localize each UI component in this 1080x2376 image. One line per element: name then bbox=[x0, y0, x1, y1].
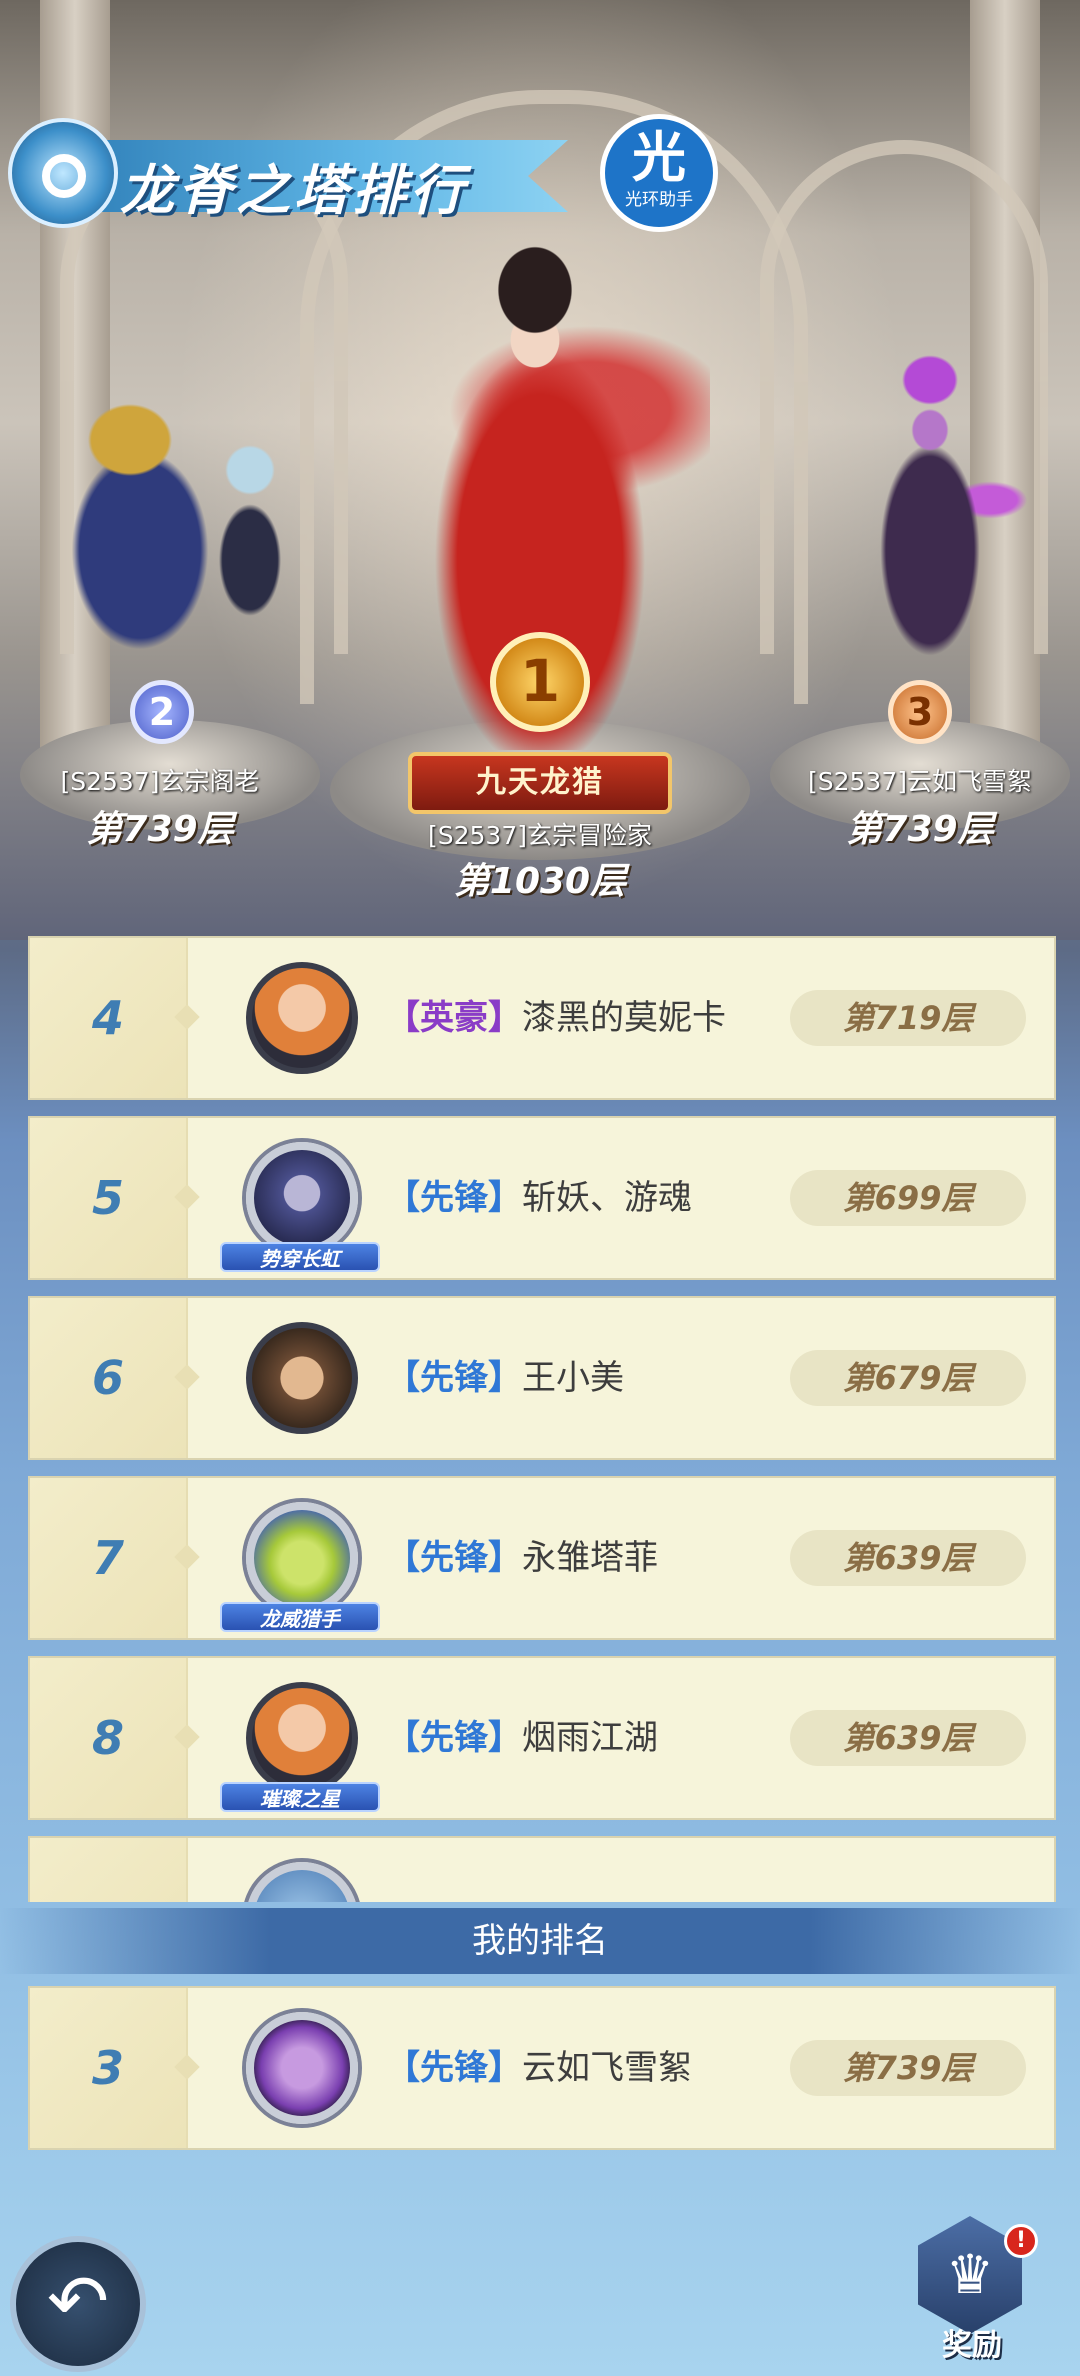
player-avatar[interactable] bbox=[246, 1862, 358, 1902]
page-title: 龙脊之塔排行 bbox=[120, 159, 468, 222]
guild-tag: 【先锋】 bbox=[386, 1178, 522, 1218]
avatar-frame-badge: 璀璨之星 bbox=[220, 1782, 380, 1812]
third-player-floor: 第739层 bbox=[846, 809, 994, 850]
rank-number: 6 bbox=[91, 1351, 124, 1405]
player-name-text: 斩妖、游魂 bbox=[522, 1178, 692, 1218]
rank-number: 3 bbox=[91, 2041, 124, 2095]
guild-tag: 【先锋】 bbox=[386, 1538, 522, 1578]
floor-count: 第739层 bbox=[790, 2040, 1026, 2096]
helper-label: 光环助手 bbox=[625, 190, 693, 210]
player-avatar[interactable] bbox=[246, 1322, 358, 1434]
character-third[interactable] bbox=[800, 340, 1060, 700]
player-avatar[interactable] bbox=[246, 1682, 358, 1794]
player-name-text: 云如飞雪絮 bbox=[522, 2048, 692, 2088]
player-avatar[interactable] bbox=[246, 1142, 358, 1254]
player-name-text: 漆黑的莫妮卡 bbox=[522, 998, 726, 1038]
second-player-name: [S2537]玄宗阁老 bbox=[60, 767, 260, 796]
ranking-row[interactable]: 6 【先锋】王小美 第679层 bbox=[28, 1296, 1056, 1460]
ranking-list[interactable]: 4 【英豪】漆黑的莫妮卡 第719层 5 势穿长虹 【先锋】斩妖、游魂 第699… bbox=[28, 936, 1056, 1902]
guild-tag: 【先锋】 bbox=[386, 2048, 522, 2088]
alert-badge-icon: ! bbox=[1004, 2224, 1038, 2258]
rank-cell bbox=[30, 1838, 188, 1902]
avatar-frame-badge: 势穿长虹 bbox=[220, 1242, 380, 1272]
player-name: 【先锋】云如飞雪絮 bbox=[386, 1988, 692, 2148]
back-button[interactable]: ↶ bbox=[10, 2236, 146, 2372]
rank-number: 8 bbox=[91, 1711, 124, 1765]
rank-3-medal-icon: 3 bbox=[888, 680, 952, 744]
floor-count: 第719层 bbox=[790, 990, 1026, 1046]
player-name: 【先锋】斩妖、游魂 bbox=[386, 1118, 692, 1278]
helper-badge[interactable]: 光 光环助手 bbox=[600, 114, 718, 232]
my-rank-header: 我的排名 bbox=[0, 1908, 1080, 1974]
player-name-text: 永雏塔菲 bbox=[522, 1538, 658, 1578]
helper-logo-icon: 光 bbox=[632, 126, 686, 189]
player-avatar[interactable] bbox=[246, 2012, 358, 2124]
rank-number: 7 bbox=[91, 1531, 124, 1585]
tower-emblem-icon bbox=[8, 118, 118, 228]
rank-number: 4 bbox=[91, 991, 124, 1045]
first-player-floor: 第1030层 bbox=[453, 861, 627, 902]
my-rank-row[interactable]: 3 【先锋】云如飞雪絮 第739层 bbox=[28, 1986, 1056, 2150]
second-player-floor: 第739层 bbox=[86, 809, 234, 850]
guild-tag: 【先锋】 bbox=[386, 1358, 522, 1398]
ranking-row[interactable]: 7 龙威猎手 【先锋】永雏塔菲 第639层 bbox=[28, 1476, 1056, 1640]
honor-title-plate: 九天龙猎 bbox=[408, 752, 672, 814]
player-avatar[interactable] bbox=[246, 962, 358, 1074]
player-name-text: 王小美 bbox=[522, 1358, 624, 1398]
back-arrow-icon: ↶ bbox=[46, 2259, 109, 2345]
first-player-name: [S2537]玄宗冒险家 bbox=[428, 821, 652, 850]
guild-tag: 【英豪】 bbox=[386, 998, 522, 1038]
rank-2-medal-icon: 2 bbox=[130, 680, 194, 744]
page-title-banner: 龙脊之塔排行 bbox=[8, 118, 568, 228]
podium-scene: 龙脊之塔排行 光 光环助手 1 2 3 九天龙猎 [S2537]玄宗阁老 第73… bbox=[0, 0, 1080, 940]
ranking-row[interactable]: 8 璀璨之星 【先锋】烟雨江湖 第639层 bbox=[28, 1656, 1056, 1820]
floor-count: 第679层 bbox=[790, 1350, 1026, 1406]
ranking-row[interactable]: 5 势穿长虹 【先锋】斩妖、游魂 第699层 bbox=[28, 1116, 1056, 1280]
floor-count: 第639层 bbox=[790, 1530, 1026, 1586]
third-player-name: [S2537]云如飞雪絮 bbox=[808, 767, 1032, 796]
player-avatar[interactable] bbox=[246, 1502, 358, 1614]
player-name: 【先锋】永雏塔菲 bbox=[386, 1478, 658, 1638]
avatar-frame-badge: 龙威猎手 bbox=[220, 1602, 380, 1632]
player-name-text: 烟雨江湖 bbox=[522, 1718, 658, 1758]
player-name: 【先锋】王小美 bbox=[386, 1298, 624, 1458]
floor-count: 第639层 bbox=[790, 1710, 1026, 1766]
floor-count: 第699层 bbox=[790, 1170, 1026, 1226]
ranking-row[interactable]: 4 【英豪】漆黑的莫妮卡 第719层 bbox=[28, 936, 1056, 1100]
guild-tag: 【先锋】 bbox=[386, 1718, 522, 1758]
ranking-row-partial[interactable] bbox=[28, 1836, 1056, 1902]
player-name: 【英豪】漆黑的莫妮卡 bbox=[386, 938, 726, 1098]
reward-label: 奖励 bbox=[942, 2328, 1002, 2363]
character-second[interactable] bbox=[10, 330, 310, 710]
reward-button[interactable]: ♛ ! 奖励 bbox=[912, 2216, 1038, 2363]
player-name: 【先锋】烟雨江湖 bbox=[386, 1658, 658, 1818]
rank-number: 5 bbox=[91, 1171, 124, 1225]
rank-1-medal-icon: 1 bbox=[490, 632, 590, 732]
